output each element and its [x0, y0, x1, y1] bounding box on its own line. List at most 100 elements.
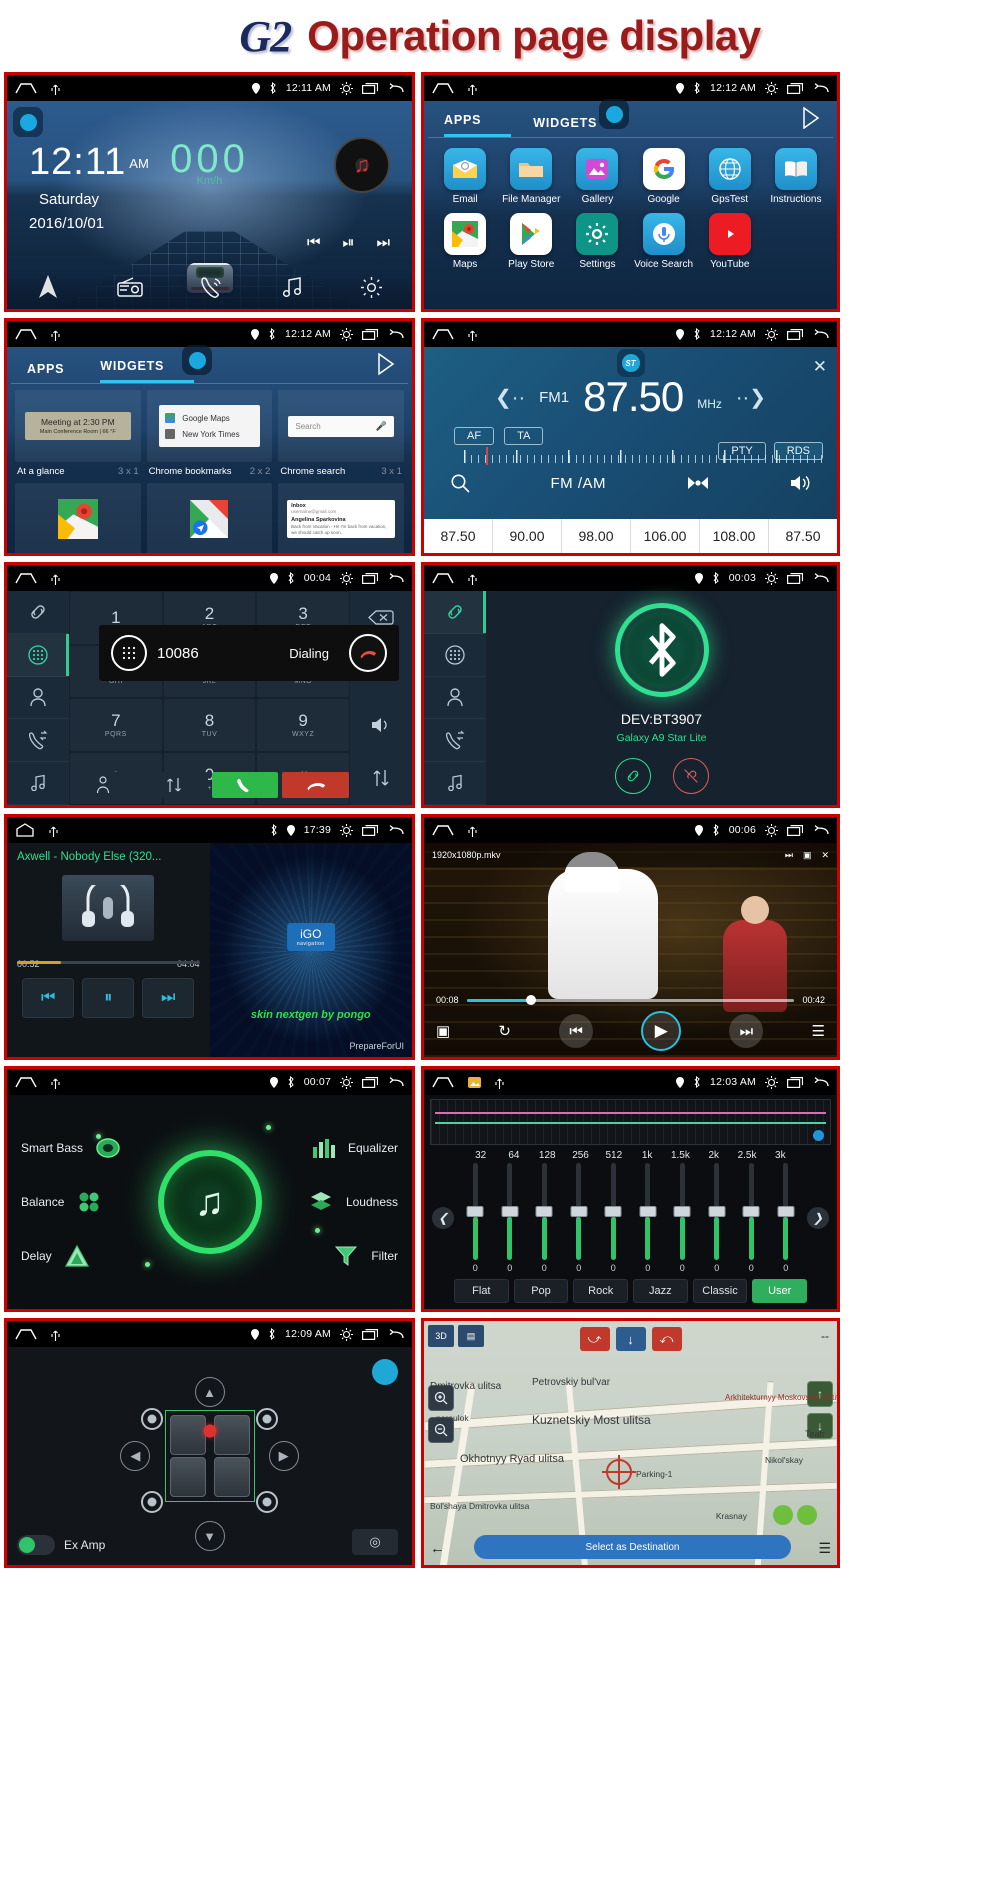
preset-rock[interactable]: Rock: [573, 1279, 629, 1303]
prev-icon[interactable]: ⏮: [307, 234, 321, 251]
next-page-button[interactable]: ❯: [805, 1163, 831, 1273]
eq-band[interactable]: 0: [631, 1163, 666, 1273]
playlist-icon[interactable]: ☰: [812, 1022, 825, 1040]
app-email[interactable]: Email: [432, 148, 498, 205]
widget-driving-mode[interactable]: Driving Mode1 x 1: [146, 483, 273, 553]
close-icon[interactable]: ✕: [813, 357, 827, 377]
eq-band[interactable]: 0: [596, 1163, 631, 1273]
recents-icon[interactable]: [787, 328, 803, 340]
navigation-screen[interactable]: 3D ▤ ⤻ ↓ ⤺ -- ↑ ↓ Dmitrovka ulitsa Petro…: [424, 1321, 837, 1565]
keypad-icon[interactable]: [111, 635, 147, 671]
move-up-button[interactable]: ▲: [194, 1377, 225, 1407]
app-instructions[interactable]: Instructions: [763, 148, 829, 205]
sidebar-item-contacts[interactable]: [424, 677, 486, 720]
sidebar-item-music[interactable]: [424, 762, 486, 805]
app-gallery[interactable]: Gallery: [564, 148, 630, 205]
preset-button[interactable]: 87.50: [769, 519, 837, 553]
hangup-button[interactable]: [349, 634, 387, 672]
speaker-icon[interactable]: [350, 698, 412, 752]
eq-band[interactable]: 0: [562, 1163, 597, 1273]
home-icon[interactable]: [432, 82, 454, 94]
home-icon[interactable]: [15, 572, 37, 584]
recents-icon[interactable]: [787, 82, 803, 94]
key-8[interactable]: 8 TUV: [163, 699, 256, 751]
ta-button[interactable]: TA: [504, 427, 544, 445]
previous-button[interactable]: ⏮: [22, 978, 75, 1018]
tuning-scale[interactable]: [464, 447, 823, 467]
back-icon[interactable]: [812, 328, 829, 340]
app-file-manager[interactable]: File Manager: [498, 148, 564, 205]
end-call-button[interactable]: [282, 772, 349, 798]
brightness-icon[interactable]: [765, 1075, 778, 1089]
search-icon[interactable]: [450, 473, 470, 493]
volume-icon[interactable]: [789, 474, 811, 492]
fx-balance[interactable]: Balance: [21, 1187, 127, 1217]
fx-knob-visual[interactable]: ♫: [141, 1150, 279, 1254]
menu-icon[interactable]: ☰: [818, 1540, 831, 1557]
preset-button[interactable]: 90.00: [493, 519, 562, 553]
turn-left-icon[interactable]: ⤺: [651, 1327, 682, 1351]
stereo-toggle-icon[interactable]: [687, 476, 709, 490]
key-9[interactable]: 9 WXYZ: [257, 699, 349, 751]
center-reset-button[interactable]: ◎: [352, 1529, 398, 1555]
tab-apps[interactable]: APPS: [27, 362, 78, 383]
brightness-icon[interactable]: [340, 327, 353, 341]
preset-classic[interactable]: Classic: [692, 1279, 748, 1303]
transfer-icon[interactable]: [350, 752, 412, 806]
af-button[interactable]: AF: [454, 427, 495, 445]
dock-settings-icon[interactable]: [360, 276, 383, 299]
assistant-chip[interactable]: [599, 99, 629, 129]
home-icon[interactable]: [15, 1328, 37, 1340]
brightness-icon[interactable]: [340, 81, 353, 95]
play-store-icon[interactable]: [801, 107, 823, 129]
brightness-icon[interactable]: [340, 571, 353, 585]
widget-at-a-glance[interactable]: Meeting at 2:30 PM Main Conference Room …: [15, 390, 141, 477]
preset-button[interactable]: 98.00: [562, 519, 631, 553]
fx-filter[interactable]: Filter: [292, 1241, 398, 1271]
widget-directions[interactable]: Directions1 x 1: [15, 483, 141, 553]
back-icon[interactable]: [387, 824, 404, 836]
recents-icon[interactable]: [362, 572, 378, 584]
home-icon[interactable]: [15, 1076, 37, 1088]
eq-band[interactable]: 0: [493, 1163, 528, 1273]
disconnect-button[interactable]: [672, 757, 709, 794]
brightness-icon[interactable]: [340, 823, 353, 837]
sidebar-item-link[interactable]: [7, 591, 69, 634]
move-right-button[interactable]: ▶: [268, 1441, 299, 1471]
igo-navigation-preview[interactable]: iGO navigation skin nextgen by pongo Pre…: [209, 843, 412, 1057]
repeat-icon[interactable]: ↻: [498, 1022, 511, 1040]
brightness-icon[interactable]: [765, 327, 778, 341]
next-button[interactable]: ⏭: [142, 978, 195, 1018]
progress-bar[interactable]: [17, 961, 200, 964]
back-icon[interactable]: ←: [430, 1540, 445, 1557]
sidebar-item-keypad[interactable]: [7, 633, 69, 677]
music-disc[interactable]: ♫: [334, 137, 390, 193]
sidebar-item-contacts[interactable]: [7, 677, 69, 720]
app-settings[interactable]: Settings: [564, 213, 630, 270]
pause-button[interactable]: ⏸: [82, 978, 135, 1018]
recents-icon[interactable]: [362, 824, 378, 836]
brightness-icon[interactable]: [765, 571, 778, 585]
recents-icon[interactable]: [787, 824, 803, 836]
sidebar-item-keypad[interactable]: [424, 634, 486, 677]
poi-badge[interactable]: [797, 1505, 817, 1525]
brightness-icon[interactable]: [765, 823, 778, 837]
eq-band[interactable]: 0: [527, 1163, 562, 1273]
assistant-chip[interactable]: [182, 345, 212, 375]
contacts-shortcut[interactable]: [70, 772, 137, 798]
sidebar-item-music[interactable]: [7, 762, 69, 805]
recents-icon[interactable]: [787, 572, 803, 584]
eq-band[interactable]: 0: [458, 1163, 493, 1273]
eq-band[interactable]: 0: [700, 1163, 735, 1273]
next-icon[interactable]: ⏭: [729, 1014, 764, 1048]
move-left-button[interactable]: ◀: [120, 1441, 151, 1471]
band-source-label[interactable]: FM /AM: [551, 475, 607, 492]
eq-band[interactable]: 0: [734, 1163, 769, 1273]
turn-right-icon[interactable]: ⤻: [579, 1327, 610, 1351]
sidebar-item-call-log[interactable]: [7, 719, 69, 763]
dock-navigation-icon[interactable]: [36, 274, 60, 300]
brightness-icon[interactable]: [340, 1075, 353, 1089]
radio-band[interactable]: FM1: [539, 389, 569, 406]
recents-icon[interactable]: [362, 328, 378, 340]
screenshot-icon[interactable]: ▣: [803, 850, 812, 861]
